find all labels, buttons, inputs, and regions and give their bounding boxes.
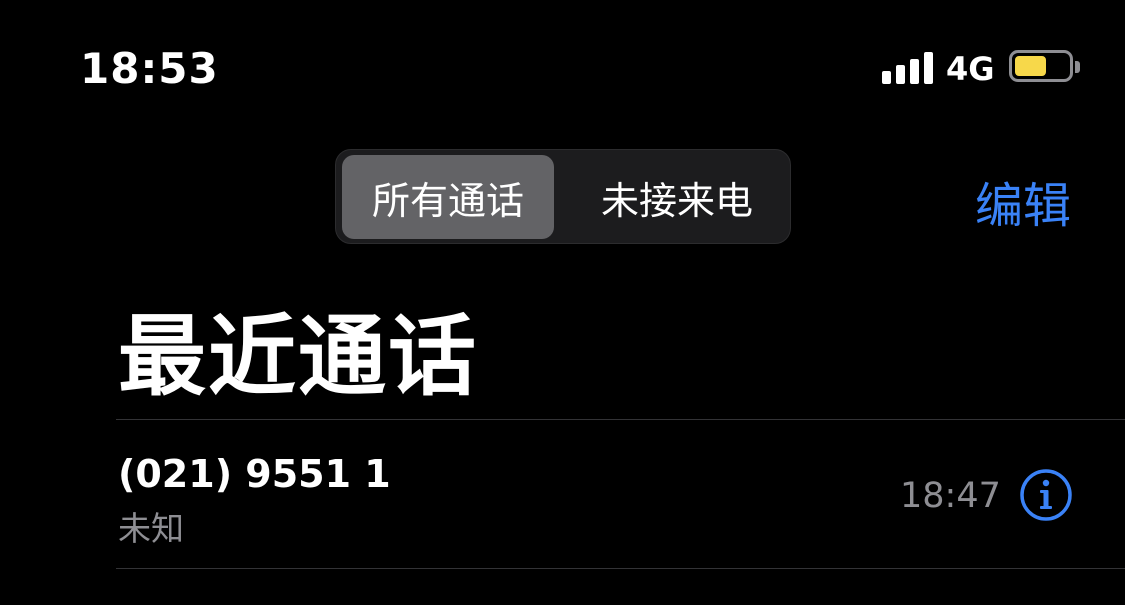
- status-bar: 18:53 4G: [0, 0, 1125, 130]
- segment-all-calls[interactable]: 所有通话: [342, 155, 554, 239]
- edit-button[interactable]: 编辑: [975, 166, 1071, 236]
- call-filter-segmented-control: 所有通话 未接来电: [335, 149, 791, 244]
- call-label: 未知: [118, 509, 184, 548]
- network-type: 4G: [946, 50, 995, 88]
- battery-icon: [1009, 50, 1073, 82]
- signal-bar: [882, 71, 891, 84]
- page-title: 最近通话: [118, 305, 479, 408]
- signal-bar: [910, 59, 919, 84]
- cellular-signal-icon: [882, 52, 934, 84]
- battery-level: [1015, 56, 1046, 76]
- segment-missed-calls[interactable]: 未接来电: [568, 155, 786, 239]
- info-circle-icon[interactable]: [1019, 468, 1073, 522]
- battery-tip: [1075, 61, 1080, 73]
- call-number: (021) 9551 1: [118, 452, 391, 496]
- status-time: 18:53: [80, 44, 219, 93]
- divider: [116, 568, 1125, 569]
- call-time: 18:47: [900, 476, 1001, 516]
- signal-bar: [924, 52, 933, 84]
- signal-bar: [896, 65, 905, 84]
